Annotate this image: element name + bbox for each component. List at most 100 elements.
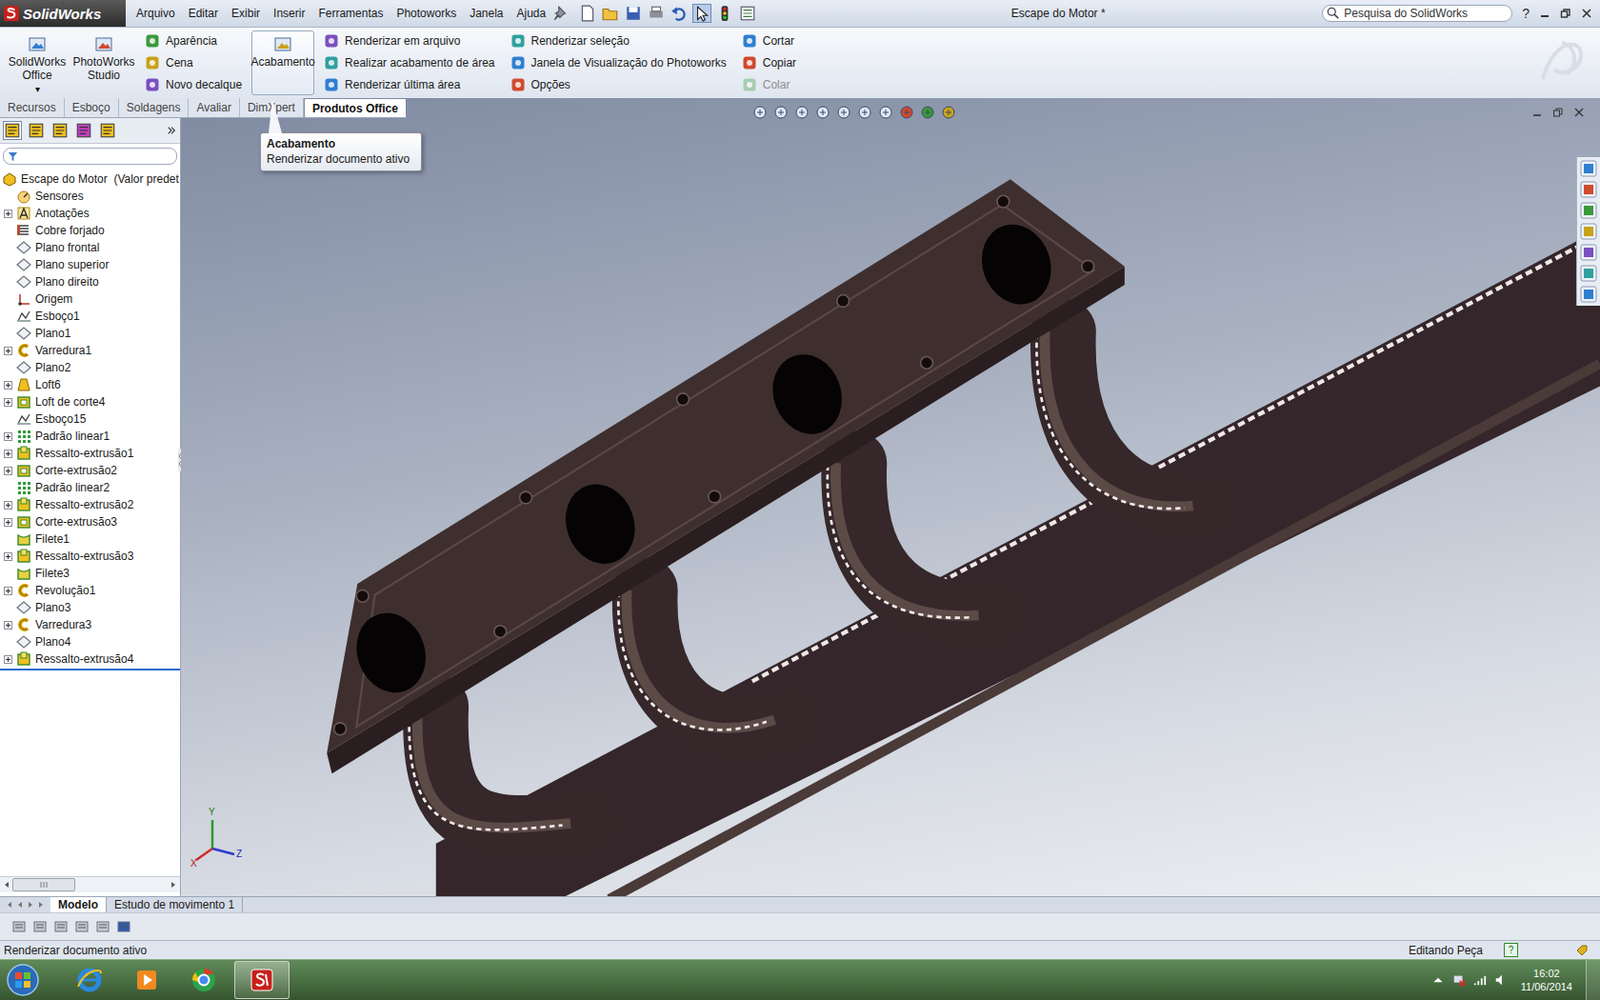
ribbon-large-button[interactable]: Acabamento bbox=[251, 30, 315, 96]
expand-icon[interactable] bbox=[3, 449, 13, 459]
select-arrow-icon[interactable] bbox=[693, 4, 711, 22]
panel-tab-icon[interactable] bbox=[99, 121, 117, 140]
menu-item[interactable]: Ajuda bbox=[510, 6, 554, 20]
toolbar-icon[interactable] bbox=[95, 919, 111, 935]
ribbon-button[interactable]: Cortar bbox=[741, 31, 797, 51]
clock[interactable]: 16:02 11/06/2014 bbox=[1515, 966, 1579, 995]
model-tab[interactable]: Estudo de movimento 1 bbox=[106, 897, 243, 913]
expand-icon[interactable] bbox=[3, 500, 13, 510]
menu-item[interactable]: Inserir bbox=[266, 6, 312, 20]
task-pane-icon[interactable] bbox=[1580, 285, 1598, 303]
view-tool-icon[interactable] bbox=[878, 104, 894, 120]
scroll-right-icon[interactable] bbox=[169, 880, 178, 889]
tree-item[interactable]: Corte-extrusão2 bbox=[0, 461, 180, 480]
expand-icon[interactable] bbox=[3, 586, 13, 596]
restore-icon[interactable] bbox=[1552, 106, 1564, 119]
command-tab[interactable]: Soldagens bbox=[119, 98, 190, 118]
save-icon[interactable] bbox=[624, 4, 642, 22]
taskbar-app[interactable] bbox=[120, 961, 174, 999]
panel-tab-icon[interactable] bbox=[3, 121, 21, 140]
ribbon-button[interactable]: Colar bbox=[741, 75, 797, 95]
print-icon[interactable] bbox=[647, 4, 665, 22]
tab-scroll-icon[interactable] bbox=[26, 900, 35, 909]
expand-icon[interactable] bbox=[3, 380, 13, 390]
tree-item[interactable]: Esboço15 bbox=[0, 410, 180, 428]
panel-tab-icon[interactable] bbox=[27, 121, 45, 140]
tree-item[interactable]: Plano superior bbox=[0, 256, 180, 274]
expand-icon[interactable] bbox=[3, 346, 13, 356]
tree-item[interactable]: Sensores bbox=[0, 187, 180, 205]
expand-icon[interactable] bbox=[3, 552, 13, 561]
speaker-icon[interactable] bbox=[1494, 973, 1508, 987]
menu-item[interactable]: Exibir bbox=[224, 6, 267, 20]
tree-item[interactable]: Corte-extrusão3 bbox=[0, 513, 180, 531]
tree-item[interactable]: Plano3 bbox=[0, 599, 180, 617]
ribbon-button[interactable]: Renderizar em arquivo bbox=[323, 31, 495, 51]
graphics-area[interactable]: X Y Z bbox=[180, 98, 1600, 897]
ribbon-large-button[interactable]: SolidWorks Office ▾ bbox=[5, 30, 69, 96]
tree-item[interactable]: Plano direito bbox=[0, 273, 180, 291]
ribbon-large-button[interactable]: PhotoWorks Studio bbox=[72, 30, 136, 96]
tab-scroll-icon[interactable] bbox=[37, 900, 45, 909]
network-warning-icon[interactable] bbox=[1452, 973, 1466, 987]
toolbar-icon[interactable] bbox=[32, 919, 48, 935]
tag-icon[interactable] bbox=[1575, 943, 1589, 958]
ribbon-button[interactable]: Renderizar última área bbox=[323, 75, 495, 95]
view-tool-icon[interactable] bbox=[940, 104, 957, 120]
task-pane-icon[interactable] bbox=[1580, 222, 1598, 240]
tree-item[interactable]: Plano2 bbox=[0, 359, 180, 377]
help-button[interactable]: ? bbox=[1512, 5, 1540, 21]
tree-item[interactable]: Filete3 bbox=[0, 564, 180, 582]
panel-tab-icon[interactable] bbox=[51, 121, 69, 140]
tree-item[interactable]: Loft6 bbox=[0, 376, 180, 394]
tree-item[interactable]: Plano1 bbox=[0, 324, 180, 342]
more-tabs-icon[interactable] bbox=[166, 125, 177, 136]
pin-icon[interactable] bbox=[552, 4, 570, 22]
expand-icon[interactable] bbox=[3, 518, 13, 527]
task-pane-icon[interactable] bbox=[1580, 180, 1598, 199]
ribbon-button[interactable]: Novo decalque bbox=[144, 75, 242, 95]
menu-item[interactable]: Editar bbox=[181, 6, 225, 20]
app-logo[interactable]: SolidWorks bbox=[0, 0, 126, 27]
model-tab[interactable]: Modelo bbox=[50, 897, 107, 913]
minimize-icon[interactable] bbox=[1539, 7, 1551, 20]
tab-scroll-icon[interactable] bbox=[16, 900, 24, 909]
task-pane-icon[interactable] bbox=[1580, 264, 1598, 282]
taskbar-app[interactable] bbox=[234, 960, 290, 1000]
panel-tab-icon[interactable] bbox=[75, 121, 93, 140]
ribbon-button[interactable]: Renderizar seleção bbox=[510, 31, 727, 51]
scroll-thumb[interactable] bbox=[12, 878, 76, 892]
tree-item[interactable]: Revolução1 bbox=[0, 581, 180, 600]
tree-item[interactable]: Loft de corte4 bbox=[0, 393, 180, 411]
ribbon-button[interactable]: Aparência bbox=[144, 31, 242, 51]
show-desktop-button[interactable] bbox=[1585, 960, 1600, 1000]
menu-item[interactable]: Ferramentas bbox=[311, 6, 390, 20]
task-pane-icon[interactable] bbox=[1580, 201, 1598, 220]
expand-icon[interactable] bbox=[3, 398, 13, 407]
options-icon[interactable] bbox=[739, 4, 757, 22]
open-folder-icon[interactable] bbox=[601, 4, 620, 22]
menu-item[interactable]: Photoworks bbox=[389, 6, 463, 20]
view-tool-icon[interactable] bbox=[794, 104, 810, 120]
tree-item[interactable]: Anotações bbox=[0, 204, 180, 222]
menu-item[interactable]: Arquivo bbox=[129, 6, 182, 20]
tree-item[interactable]: Ressalto-extrusão2 bbox=[0, 496, 180, 514]
close-icon[interactable] bbox=[1580, 7, 1593, 20]
taskbar-app[interactable] bbox=[177, 961, 231, 999]
tree-filter[interactable] bbox=[2, 147, 178, 165]
taskbar-app[interactable] bbox=[62, 961, 117, 999]
view-tool-icon[interactable] bbox=[773, 104, 789, 120]
scroll-left-icon[interactable] bbox=[2, 880, 11, 889]
tree-item[interactable]: Ressalto-extrusão3 bbox=[0, 547, 180, 565]
new-document-icon[interactable] bbox=[579, 4, 597, 22]
task-pane-icon[interactable] bbox=[1580, 160, 1598, 178]
exhaust-manifold-model[interactable] bbox=[180, 98, 1600, 897]
command-tab[interactable]: Esboço bbox=[64, 98, 120, 118]
tab-scroll-icon[interactable] bbox=[5, 900, 14, 909]
search-field[interactable]: Pesquisa do SolidWorks bbox=[1321, 4, 1513, 22]
ribbon-button[interactable]: Copiar bbox=[741, 53, 797, 73]
command-tab[interactable]: Avaliar bbox=[188, 98, 240, 118]
tree-item[interactable]: Padrão linear1 bbox=[0, 427, 180, 445]
horizontal-scrollbar[interactable] bbox=[0, 876, 180, 893]
task-pane-icon[interactable] bbox=[1580, 243, 1598, 261]
